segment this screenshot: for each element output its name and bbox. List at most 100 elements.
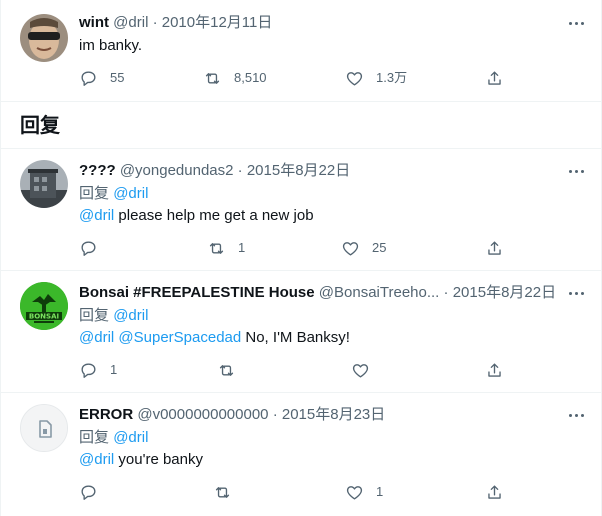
like-count: 1.3万 — [376, 70, 408, 85]
tweet-text: im banky. — [79, 37, 143, 54]
more-options-icon[interactable] — [566, 161, 586, 181]
document-placeholder-icon — [21, 405, 67, 451]
display-name[interactable]: ERROR — [79, 406, 133, 423]
tweet-text: @dril please help me get a new job — [79, 206, 314, 226]
user-handle[interactable]: @v0000000000000 — [137, 406, 268, 423]
retweet-icon — [219, 364, 234, 376]
avatar[interactable] — [20, 160, 68, 208]
tweet-header: ERROR @v0000000000000 · 2015年8月23日 — [79, 405, 385, 425]
replying-to-label: 回复 — [79, 185, 110, 202]
main-tweet[interactable]: wint @dril · 2010年12月11日 im banky. 55 8,… — [1, 0, 602, 101]
tweet-actions: 1 25 — [79, 238, 519, 258]
tweet-actions: 1 — [79, 360, 519, 380]
tweet-date[interactable]: 2015年8月22日 — [453, 284, 556, 301]
display-name[interactable]: Bonsai #FREEPALESTINE House — [79, 284, 315, 301]
tweet-date[interactable]: 2015年8月22日 — [247, 162, 350, 179]
retweet-icon — [205, 72, 220, 84]
share-button[interactable] — [485, 68, 504, 88]
tweet-text: @dril @SuperSpacedad No, I'M Banksy! — [79, 328, 350, 348]
tweet-text: @dril you're banky — [79, 450, 203, 470]
reply-icon — [81, 484, 96, 500]
bonsai-logo-icon: BONSAI — [20, 282, 68, 330]
more-options-icon[interactable] — [566, 283, 586, 303]
replying-to: 回复 @dril — [79, 428, 148, 448]
replying-to-link[interactable]: @dril — [113, 429, 148, 446]
tweet-actions: 55 8,510 1.3万 — [79, 68, 519, 88]
replying-to: 回复 @dril — [79, 184, 148, 204]
reply-tweet[interactable]: ERROR @v0000000000000 · 2015年8月23日 回复 @d… — [1, 393, 602, 516]
replies-heading: 回复 — [20, 115, 60, 137]
reply-count: 1 — [110, 362, 118, 377]
avatar[interactable]: BONSAI — [20, 282, 68, 330]
svg-text:BONSAI: BONSAI — [29, 313, 59, 321]
retweet-button[interactable]: 8,510 — [203, 68, 267, 88]
share-icon — [488, 240, 501, 255]
avatar[interactable] — [20, 404, 68, 452]
like-button[interactable]: 1 — [345, 482, 383, 502]
tweet-body: No, I'M Banksy! — [241, 329, 350, 346]
separator-dot: · — [237, 162, 243, 179]
tweet-body: please help me get a new job — [114, 207, 314, 224]
like-button[interactable]: 1.3万 — [345, 68, 407, 88]
more-options-icon[interactable] — [566, 405, 586, 425]
like-button[interactable]: 25 — [341, 238, 386, 258]
display-name[interactable]: ???? — [79, 162, 116, 179]
reply-icon — [81, 70, 96, 86]
tweet-header: Bonsai #FREEPALESTINE House @BonsaiTreeh… — [79, 283, 556, 303]
user-avatar-image — [20, 160, 68, 208]
tweet-date[interactable]: 2015年8月23日 — [282, 406, 385, 423]
like-button[interactable] — [351, 360, 382, 380]
replying-to-link[interactable]: @dril — [113, 307, 148, 324]
heart-icon — [352, 363, 369, 378]
mention-link[interactable]: @SuperSpacedad — [118, 329, 241, 346]
timeline: wint @dril · 2010年12月11日 im banky. 55 8,… — [0, 0, 602, 516]
mention-link[interactable]: @dril — [79, 451, 114, 468]
reply-tweet[interactable]: ???? @yongedundas2 · 2015年8月22日 回复 @dril… — [1, 149, 602, 270]
heart-icon — [342, 241, 359, 256]
user-handle[interactable]: @BonsaiTreeho... — [319, 284, 440, 301]
separator-dot: · — [272, 406, 278, 423]
share-button[interactable] — [485, 238, 504, 258]
share-button[interactable] — [485, 360, 504, 380]
mention-link[interactable]: @dril — [79, 207, 114, 224]
retweet-count: 1 — [238, 240, 246, 255]
separator-dot: · — [152, 14, 158, 31]
tweet-date[interactable]: 2010年12月11日 — [162, 14, 273, 31]
heart-icon — [346, 71, 363, 86]
retweet-button[interactable] — [213, 482, 244, 502]
tweet-header: wint @dril · 2010年12月11日 — [79, 13, 272, 33]
tweet-header: ???? @yongedundas2 · 2015年8月22日 — [79, 161, 350, 181]
reply-button[interactable] — [79, 482, 110, 502]
avatar[interactable] — [20, 14, 68, 62]
user-avatar-image — [20, 14, 68, 62]
reply-tweet[interactable]: BONSAI Bonsai #FREEPALESTINE House @Bons… — [1, 271, 602, 392]
more-options-icon[interactable] — [566, 13, 586, 33]
retweet-count: 8,510 — [234, 70, 267, 85]
retweet-icon — [209, 242, 224, 254]
share-button[interactable] — [485, 482, 504, 502]
tweet-actions: 1 — [79, 482, 519, 502]
replying-to-label: 回复 — [79, 307, 110, 324]
replying-to-link[interactable]: @dril — [113, 185, 148, 202]
like-count: 25 — [372, 240, 387, 255]
separator-dot: · — [443, 284, 449, 301]
reply-count: 55 — [110, 70, 125, 85]
reply-button[interactable]: 55 — [79, 68, 124, 88]
share-icon — [488, 362, 501, 377]
reply-icon — [81, 240, 96, 256]
retweet-icon — [215, 486, 230, 498]
mention-link[interactable]: @dril — [79, 329, 114, 346]
retweet-button[interactable]: 1 — [207, 238, 245, 258]
user-handle[interactable]: @yongedundas2 — [120, 162, 234, 179]
user-handle[interactable]: @dril — [113, 14, 148, 31]
replying-to: 回复 @dril — [79, 306, 148, 326]
heart-icon — [346, 485, 363, 500]
retweet-button[interactable] — [217, 360, 248, 380]
divider — [1, 101, 602, 102]
reply-button[interactable]: 1 — [79, 360, 117, 380]
display-name[interactable]: wint — [79, 14, 109, 31]
share-icon — [488, 484, 501, 499]
reply-icon — [81, 362, 96, 378]
share-icon — [488, 70, 501, 85]
reply-button[interactable] — [79, 238, 110, 258]
